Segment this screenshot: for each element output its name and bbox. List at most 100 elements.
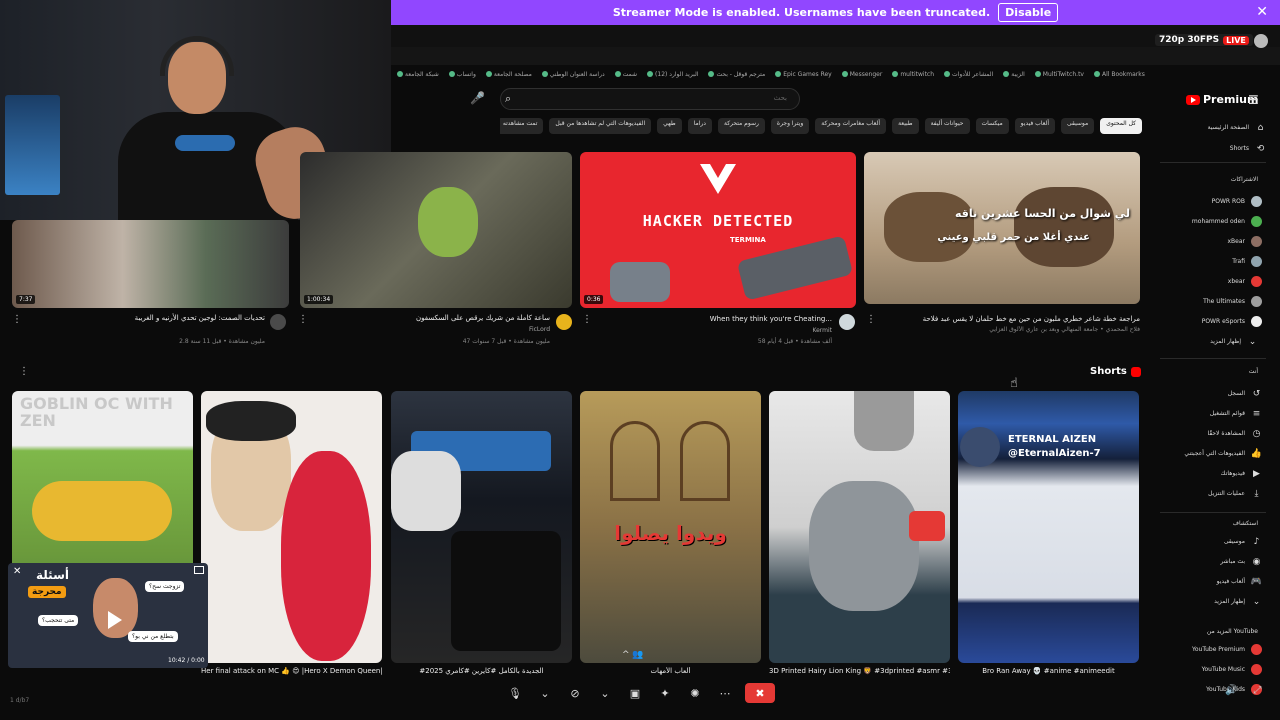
- video-title[interactable]: تحديات الصمت: لوجين تحدي الأرنيه و الغري…: [30, 314, 265, 322]
- short-thumbnail[interactable]: ويدوا يصلوا: [580, 391, 761, 663]
- video-title[interactable]: ساعة كاملة من شريك يرقص على السكسفون: [310, 314, 550, 322]
- video-title[interactable]: مراجعة خطة شاعر خطري ملبون من حين مع خط …: [880, 315, 1140, 323]
- sidebar-item[interactable]: YouTube Premium: [1192, 644, 1262, 655]
- filter-chip[interactable]: ويترا وجرة: [770, 118, 810, 134]
- volume-icon[interactable]: 🔊: [1225, 685, 1237, 696]
- bookmark-item[interactable]: شمت: [615, 71, 637, 78]
- filter-chip[interactable]: موسيقى: [1061, 118, 1095, 134]
- close-icon[interactable]: ✕: [13, 566, 21, 577]
- bookmark-item[interactable]: multitwitch: [892, 71, 934, 78]
- filter-chip[interactable]: تمت مشاهدته: [500, 118, 544, 134]
- hamburger-menu-icon[interactable]: ☰: [1248, 93, 1259, 107]
- sidebar-item-home[interactable]: الصفحة الرئيسية ⌂: [1208, 122, 1266, 133]
- bookmark-item[interactable]: واتساب: [449, 71, 476, 78]
- subscription-item[interactable]: POWR ROB: [1212, 196, 1262, 207]
- bookmark-item[interactable]: مصلحة الجامعة: [486, 71, 532, 78]
- show-more-subs[interactable]: إظهار المزيد ⌄: [1210, 336, 1258, 347]
- filter-chip[interactable]: طبيعة: [892, 118, 919, 134]
- video-thumbnail[interactable]: لي شوال من الحسا عشرين ناقه عندي أغلا من…: [864, 152, 1140, 304]
- more-options-icon[interactable]: ⋯: [715, 683, 735, 703]
- search-input[interactable]: بحث: [500, 88, 800, 110]
- more-options-icon[interactable]: ⋮: [582, 314, 592, 325]
- sidebar-item[interactable]: بث مباشر ◉: [1220, 556, 1262, 567]
- filter-chip[interactable]: الفيديوهات التي لم تشاهدها من قبل: [549, 118, 652, 134]
- soundboard-icon[interactable]: ✺: [685, 683, 705, 703]
- search-icon[interactable]: ⌕: [505, 92, 511, 106]
- bookmark-item[interactable]: الزيبة: [1003, 71, 1025, 78]
- channel-avatar[interactable]: [839, 314, 855, 330]
- filter-chip[interactable]: رسوم متحركة: [717, 118, 765, 134]
- bookmark-item[interactable]: Epic Games Rey: [775, 71, 832, 78]
- bookmark-item[interactable]: مترجم قوقل - بحث: [708, 71, 765, 78]
- more-options-icon[interactable]: ⋮: [866, 314, 876, 325]
- video-title[interactable]: When they think you're Cheating...: [600, 315, 832, 323]
- sidebar-item[interactable]: المشاهدة لاحقًا ◷: [1207, 428, 1262, 439]
- chevron-down-icon[interactable]: ⌄: [535, 683, 555, 703]
- short-thumbnail[interactable]: [201, 391, 382, 663]
- fullscreen-icon[interactable]: [194, 566, 204, 574]
- subscription-item[interactable]: The Ultimates: [1203, 296, 1262, 307]
- channel-name[interactable]: Kermit: [600, 327, 832, 334]
- sidebar-item[interactable]: ألعاب فيديو 🎮: [1217, 576, 1262, 587]
- sidebar-item[interactable]: قوائم التشغيل ≡: [1210, 408, 1262, 419]
- fullscreen-icon[interactable]: ⤢: [1253, 685, 1261, 696]
- short-thumbnail[interactable]: [391, 391, 572, 663]
- more-options-icon[interactable]: ⋮: [12, 314, 22, 325]
- microphone-icon[interactable]: 🎤: [470, 91, 485, 105]
- sidebar-item-shorts[interactable]: Shorts ⟲: [1230, 143, 1266, 154]
- bookmark-item[interactable]: All Bookmarks: [1094, 71, 1145, 78]
- subscription-item[interactable]: Trafi: [1232, 256, 1262, 267]
- bookmark-item[interactable]: MultiTwitch.tv: [1035, 71, 1084, 78]
- sidebar-item[interactable]: موسيقى ♪: [1224, 536, 1262, 547]
- filter-chip[interactable]: ميكسات: [975, 118, 1009, 134]
- sidebar-item[interactable]: YouTube Music: [1202, 664, 1262, 675]
- chat-icon[interactable]: [1254, 34, 1268, 48]
- short-title[interactable]: 3D Printed Hairy Lion King 🦁 #3dprinted …: [769, 667, 950, 675]
- bookmark-item[interactable]: دراسة العنوان الوطني: [542, 71, 605, 78]
- channel-avatar[interactable]: [556, 314, 572, 330]
- play-icon[interactable]: [108, 611, 122, 629]
- subscription-item[interactable]: xbear: [1228, 276, 1262, 287]
- sidebar-item[interactable]: عمليات التنزيل ⤓: [1208, 488, 1262, 499]
- short-thumbnail[interactable]: [769, 391, 950, 663]
- bookmark-item[interactable]: البريد الوارد (12): [647, 71, 698, 78]
- close-banner-icon[interactable]: ✕: [1256, 4, 1268, 20]
- short-title[interactable]: #2025 الجديدة بالكامل #كايرين #كامري: [391, 667, 572, 675]
- sidebar-item[interactable]: السجل ↺: [1228, 388, 1262, 399]
- filter-chip[interactable]: ألعاب مغامرات ومحركة: [815, 118, 887, 134]
- subscriptions-header[interactable]: الاشتراكات: [1231, 176, 1258, 183]
- chevron-up-icon[interactable]: ^ 👥: [622, 650, 644, 660]
- filter-chip[interactable]: دراما: [687, 118, 712, 134]
- browser-url-bar[interactable]: [391, 47, 1280, 65]
- subscription-item[interactable]: mohammed oden: [1192, 216, 1262, 227]
- short-title[interactable]: Bro Ran Away 💀 #anime #animeedit: [958, 667, 1139, 675]
- filter-chip[interactable]: طهي: [657, 118, 682, 134]
- screen-share-icon[interactable]: ▣: [625, 683, 645, 703]
- picture-in-picture-video[interactable]: ✕ أسئلة محرجة تزوجت سح؟ بتطلع من ني بو؟ …: [8, 563, 208, 668]
- channel-avatar[interactable]: [270, 314, 286, 330]
- bookmark-item[interactable]: المشاعر للأدوات: [944, 71, 993, 78]
- filter-chip[interactable]: كل المحتوى: [1100, 118, 1142, 134]
- shorts-more-options-icon[interactable]: ⋮: [19, 366, 29, 377]
- leave-call-icon[interactable]: ✖: [745, 683, 775, 703]
- filter-chip[interactable]: ألعاب فيديو: [1014, 118, 1056, 134]
- sidebar-item[interactable]: فيديوهاتك ▶: [1221, 468, 1262, 479]
- bookmark-item[interactable]: Messenger: [842, 71, 883, 78]
- bookmark-item[interactable]: شبكة الجامعة: [397, 71, 439, 78]
- short-title[interactable]: Her final attack on MC 👍 😍 |Hero X Demon…: [201, 667, 382, 675]
- video-thumbnail[interactable]: 7:37: [12, 220, 289, 308]
- video-thumbnail[interactable]: 1:00:34: [300, 152, 572, 308]
- subscription-item[interactable]: POWR eSports: [1202, 316, 1262, 327]
- video-thumbnail[interactable]: HACKER DETECTED TERMINA 0:36: [580, 152, 856, 308]
- sidebar-item[interactable]: الفيديوهات التي أعجبتني 👍: [1184, 448, 1262, 459]
- filter-chip[interactable]: حيوانات أليفة: [924, 118, 970, 134]
- you-header[interactable]: أنت: [1249, 368, 1258, 375]
- more-options-icon[interactable]: ⋮: [298, 314, 308, 325]
- disable-button[interactable]: Disable: [998, 3, 1059, 22]
- camera-off-icon[interactable]: ⊘: [565, 683, 585, 703]
- channel-name[interactable]: FicLord: [310, 326, 550, 333]
- sidebar-item[interactable]: إظهار المزيد ⌄: [1214, 596, 1262, 607]
- short-title[interactable]: ألعاب الأمهات: [580, 667, 761, 675]
- chevron-down-icon[interactable]: ⌄: [595, 683, 615, 703]
- short-thumbnail[interactable]: ETERNAL AIZEN @EternalAizen-7: [958, 391, 1139, 663]
